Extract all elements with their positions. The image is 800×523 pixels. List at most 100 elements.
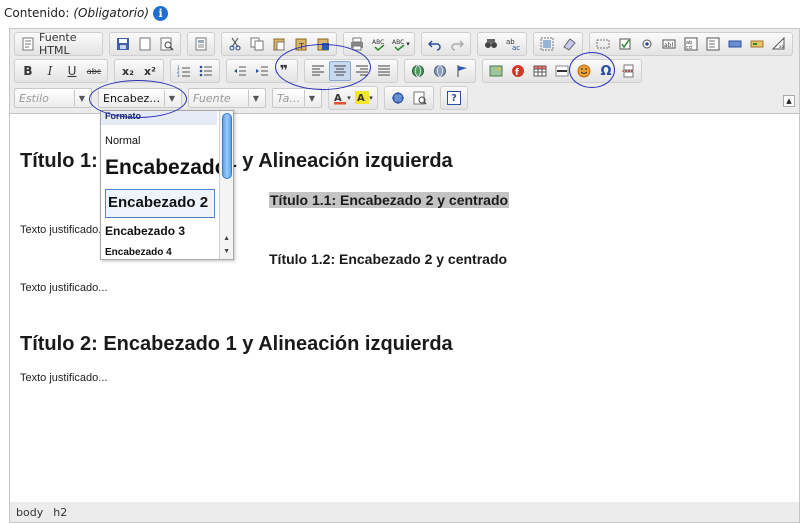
smiley-icon [577, 64, 591, 78]
chevron-up-icon: ▲ [786, 97, 792, 105]
toolbar-group-spell: ABC ABC ▾ [343, 32, 415, 56]
spellcheck-button[interactable]: ABC [368, 34, 390, 54]
styles-combo-label: Estilo [19, 91, 49, 105]
preview-button[interactable] [156, 34, 178, 54]
radio-icon [640, 37, 654, 51]
svg-text:cd: cd [686, 45, 692, 51]
maximize-button[interactable] [387, 88, 409, 108]
paragraph-1: Texto justificado... [20, 224, 108, 236]
heading-2-first-text: Título 1.1: Encabezado 2 y centrado [269, 192, 510, 208]
textfield-button[interactable]: abl [658, 34, 680, 54]
copy-button[interactable] [246, 34, 268, 54]
superscript-button[interactable]: x² [139, 61, 161, 81]
font-combo[interactable]: Fuente ▼ [188, 88, 266, 108]
underline-button[interactable]: U [61, 61, 83, 81]
scrollbar-thumb[interactable] [222, 113, 232, 179]
info-icon[interactable]: i [153, 5, 169, 21]
format-option-h3[interactable]: Encabezado 3 [105, 224, 215, 238]
format-option-h4[interactable]: Encabezado 4 [105, 247, 215, 258]
bold-button[interactable]: B [17, 61, 39, 81]
replace-button[interactable]: ab ac [502, 34, 524, 54]
indent-button[interactable] [251, 61, 273, 81]
styles-combo[interactable]: Estilo ▼ [14, 88, 92, 108]
link-globe-icon [411, 64, 425, 78]
flash-button[interactable]: f [507, 61, 529, 81]
path-item-h2[interactable]: h2 [53, 506, 67, 519]
select-all-icon [540, 37, 554, 51]
select-all-button[interactable] [536, 34, 558, 54]
svg-text:ac: ac [512, 44, 520, 51]
format-option-h1[interactable]: Encabezado 1 [105, 155, 233, 181]
templates-button[interactable] [190, 34, 212, 54]
italic-button[interactable]: I [39, 61, 61, 81]
table-button[interactable] [529, 61, 551, 81]
format-option-normal[interactable]: Normal [105, 135, 215, 147]
blockquote-button[interactable]: ❞ [273, 61, 295, 81]
form-button-button[interactable] [724, 34, 746, 54]
print-icon [350, 37, 364, 51]
find-button[interactable] [480, 34, 502, 54]
smiley-button[interactable] [573, 61, 595, 81]
subscript-button[interactable]: x₂ [117, 61, 139, 81]
hiddenfield-button[interactable]: ab [768, 34, 790, 54]
checkbox-button[interactable] [614, 34, 636, 54]
unlink-button[interactable] [429, 61, 451, 81]
special-char-button[interactable]: Ω [595, 61, 617, 81]
bg-color-button[interactable]: A ▾ [353, 88, 375, 108]
collapse-toolbar-button[interactable]: ▲ [783, 95, 795, 107]
table-icon [533, 64, 547, 78]
align-justify-button[interactable] [373, 61, 395, 81]
scroll-down-icon[interactable]: ▼ [223, 248, 230, 255]
image-button[interactable] [485, 61, 507, 81]
outdent-button[interactable] [229, 61, 251, 81]
scroll-up-icon[interactable]: ▲ [223, 235, 230, 242]
undo-button[interactable] [424, 34, 446, 54]
format-combo[interactable]: Encabez… ▼ [98, 88, 182, 108]
format-dropdown-scrollbar[interactable]: ▲ ▼ [219, 111, 233, 259]
redo-button[interactable] [446, 34, 468, 54]
help-button[interactable]: ? [443, 88, 465, 108]
paste-button[interactable] [268, 34, 290, 54]
source-button[interactable]: Fuente HTML [17, 31, 100, 57]
toolbar-group-templates [187, 32, 215, 56]
imagebutton-button[interactable] [746, 34, 768, 54]
toolbar-row-3: Estilo ▼ Encabez… ▼ Fuente ▼ Ta… ▼ A ▾ A ▾ [14, 86, 474, 110]
spellcheck-menu-button[interactable]: ABC ▾ [390, 34, 412, 54]
chevron-down-icon: ▾ [406, 40, 410, 48]
textarea-button[interactable]: ab cd [680, 34, 702, 54]
horizontal-rule-button[interactable] [551, 61, 573, 81]
align-center-button[interactable] [329, 61, 351, 81]
anchor-button[interactable] [451, 61, 473, 81]
select-field-button[interactable] [702, 34, 724, 54]
align-left-button[interactable] [307, 61, 329, 81]
link-button[interactable] [407, 61, 429, 81]
print-button[interactable] [346, 34, 368, 54]
source-icon [21, 37, 35, 51]
toolbar-group-indent: ❞ [226, 59, 298, 83]
new-page-button[interactable] [134, 34, 156, 54]
chevron-down-icon: ▼ [304, 90, 319, 106]
strike-button[interactable]: abc [83, 61, 105, 81]
show-blocks-button[interactable] [409, 88, 431, 108]
paste-word-button[interactable] [312, 34, 334, 54]
cut-button[interactable] [224, 34, 246, 54]
format-option-h2[interactable]: Encabezado 2 [105, 189, 215, 218]
save-button[interactable] [112, 34, 134, 54]
radio-button[interactable] [636, 34, 658, 54]
source-button-label: Fuente HTML [39, 31, 77, 57]
remove-format-button[interactable] [558, 34, 580, 54]
path-item-body[interactable]: body [16, 506, 43, 519]
align-right-button[interactable] [351, 61, 373, 81]
toolbar-group-source: Fuente HTML [14, 31, 103, 57]
form-button[interactable] [592, 34, 614, 54]
size-combo[interactable]: Ta… ▼ [272, 88, 322, 108]
svg-text:ABC: ABC [392, 39, 404, 46]
paste-text-button[interactable]: T [290, 34, 312, 54]
paste-word-icon [316, 37, 330, 51]
help-icon: ? [447, 91, 461, 105]
page-break-button[interactable] [617, 61, 639, 81]
numbered-list-button[interactable]: 123 [173, 61, 195, 81]
templates-icon [194, 37, 208, 51]
bulleted-list-button[interactable] [195, 61, 217, 81]
text-color-button[interactable]: A ▾ [331, 88, 353, 108]
